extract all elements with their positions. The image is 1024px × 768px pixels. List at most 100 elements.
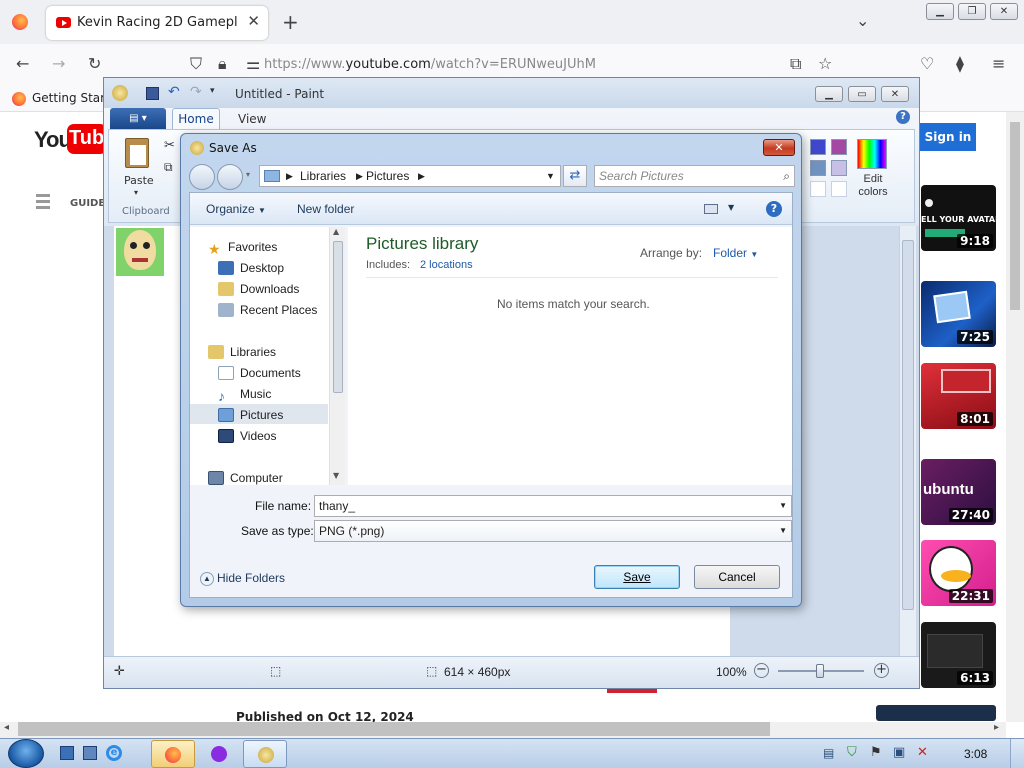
back-arrow-icon[interactable]: ← xyxy=(16,56,29,72)
new-tab-icon[interactable]: + xyxy=(282,12,299,32)
cut-icon[interactable]: ✂︎ xyxy=(164,138,175,153)
paint-maximize-button[interactable]: ▭ xyxy=(848,86,876,102)
address-bar[interactable]: https://www.youtube.com/watch?v=ERUNweuJ… xyxy=(264,57,596,72)
hide-folders-button[interactable]: ▲ Hide Folders xyxy=(200,571,285,586)
close-tab-icon[interactable]: ✕ xyxy=(247,12,260,30)
flag-icon[interactable]: ⚑ xyxy=(870,745,882,760)
zoom-out-icon[interactable]: − xyxy=(754,663,769,678)
quick-access-dropdown-icon[interactable]: ▾ xyxy=(210,86,215,96)
breadcrumb-separator-icon[interactable]: ▶ xyxy=(286,166,293,186)
forward-button[interactable] xyxy=(217,164,243,190)
show-desktop-icon[interactable] xyxy=(60,746,74,760)
related-video-thumbnail[interactable]: 8:01 xyxy=(921,363,996,429)
pocket-icon[interactable]: ♡ xyxy=(920,56,934,72)
save-as-type-dropdown-icon[interactable]: ▼ xyxy=(779,521,787,541)
reload-icon[interactable]: ↻ xyxy=(88,56,101,72)
zoom-slider[interactable] xyxy=(778,664,864,678)
menu-icon[interactable]: ≡ xyxy=(992,56,1005,72)
list-tabs-chevron-icon[interactable]: ⌄ xyxy=(856,13,869,29)
paint-minimize-button[interactable]: ▁ xyxy=(815,86,843,102)
sign-in-button[interactable]: Sign in xyxy=(920,123,976,151)
paint-close-button[interactable]: ✕ xyxy=(881,86,909,102)
nav-documents[interactable]: Documents xyxy=(218,363,301,383)
nav-computer[interactable]: Computer xyxy=(208,468,283,488)
nav-music[interactable]: ♪ Music xyxy=(218,384,271,404)
related-video-thumbnail[interactable]: ubuntu 27:40 xyxy=(921,459,996,525)
save-quick-icon[interactable] xyxy=(146,87,159,100)
breadcrumb-separator-icon[interactable]: ▶ xyxy=(418,166,425,186)
tab-home[interactable]: Home xyxy=(172,108,220,130)
start-button[interactable] xyxy=(8,739,44,768)
nav-libraries[interactable]: Libraries xyxy=(208,342,276,362)
shield-icon[interactable]: ⛉ xyxy=(190,56,202,72)
nav-favorites[interactable]: ★ Favorites xyxy=(208,237,277,257)
firefox-logo-icon[interactable] xyxy=(12,14,28,30)
volume-muted-icon[interactable]: ✕ xyxy=(917,745,928,760)
show-desktop-button[interactable] xyxy=(1010,739,1024,768)
lock-icon[interactable]: 🔒︎ xyxy=(218,56,227,72)
help-icon[interactable]: ? xyxy=(766,201,782,217)
minimize-window-button[interactable]: ▁ xyxy=(926,3,954,20)
color-swatch[interactable] xyxy=(810,160,826,176)
copy-icon[interactable]: ⧉ xyxy=(164,160,173,175)
forward-arrow-icon[interactable]: → xyxy=(52,56,65,72)
color-swatch[interactable] xyxy=(810,139,826,155)
save-as-type-select[interactable]: PNG (*.png) ▼ xyxy=(314,520,792,542)
paint-vertical-scrollbar[interactable] xyxy=(899,226,916,656)
paint-taskbar-button[interactable] xyxy=(243,740,287,768)
paint-menu-button[interactable]: ▤ ▾ xyxy=(110,108,166,129)
save-button[interactable]: Save xyxy=(594,565,680,589)
switch-windows-icon[interactable] xyxy=(83,746,97,760)
search-icon[interactable]: ⌕ xyxy=(783,166,790,186)
breadcrumb-bar[interactable]: ▶ Libraries ▶ Pictures ▶ ▼ xyxy=(259,165,561,187)
arrange-by-dropdown[interactable]: Folder ▼ xyxy=(713,246,758,260)
page-vertical-scrollbar[interactable] xyxy=(1006,112,1024,722)
restore-window-button[interactable]: ❐ xyxy=(958,3,986,20)
undo-icon[interactable]: ↶ xyxy=(168,84,180,100)
related-video-thumbnail[interactable]: 22:31 xyxy=(921,540,996,606)
permissions-icon[interactable]: ⚌ xyxy=(246,56,260,72)
navigation-scrollbar[interactable]: ▲ ▼ xyxy=(329,227,345,485)
network-icon[interactable]: ▣ xyxy=(893,745,905,760)
app-taskbar-button[interactable] xyxy=(197,740,241,768)
nav-downloads[interactable]: Downloads xyxy=(218,279,299,299)
related-video-thumbnail[interactable]: ELL YOUR AVATAR! 9:18 xyxy=(921,185,996,251)
color-swatch[interactable] xyxy=(810,181,826,197)
file-name-input[interactable]: thany_ ▼ xyxy=(314,495,792,517)
tab-youtube[interactable]: Kevin Racing 2D Gameplay No ✕ xyxy=(46,6,268,40)
new-folder-button[interactable]: New folder xyxy=(297,202,354,216)
includes-locations-link[interactable]: 2 locations xyxy=(420,259,473,271)
extensions-icon[interactable]: ⧫ xyxy=(956,56,964,72)
view-dropdown-icon[interactable]: ▼ xyxy=(728,203,734,212)
nav-recent-places[interactable]: Recent Places xyxy=(218,300,317,320)
breadcrumb-libraries[interactable]: Libraries xyxy=(300,166,346,186)
close-window-button[interactable]: ✕ xyxy=(990,3,1018,20)
breadcrumb-pictures[interactable]: Pictures xyxy=(366,166,409,186)
action-center-icon[interactable]: ▤ xyxy=(823,746,834,760)
dialog-close-button[interactable]: ✕ xyxy=(763,139,795,156)
redo-icon[interactable]: ↷ xyxy=(190,84,202,100)
color-swatch[interactable] xyxy=(831,160,847,176)
nav-pictures[interactable]: Pictures xyxy=(218,405,283,425)
breadcrumb-dropdown-icon[interactable]: ▼ xyxy=(546,166,555,186)
cancel-button[interactable]: Cancel xyxy=(694,565,780,589)
color-swatch[interactable] xyxy=(831,139,847,155)
tab-view[interactable]: View xyxy=(238,112,266,126)
help-icon[interactable]: ? xyxy=(896,110,910,124)
clock-time[interactable]: 3:08 xyxy=(964,747,987,761)
zoom-slider-thumb[interactable] xyxy=(816,664,824,678)
recent-locations-dropdown-icon[interactable]: ▾ xyxy=(246,170,250,179)
refresh-button[interactable]: ⇄ xyxy=(563,165,587,187)
color-swatch[interactable] xyxy=(831,181,847,197)
firefox-taskbar-button[interactable] xyxy=(151,740,195,768)
guide-icon[interactable] xyxy=(36,194,50,212)
page-horizontal-scrollbar[interactable]: ◂ ▸ xyxy=(0,722,1006,738)
change-view-icon[interactable] xyxy=(704,204,718,214)
youtube-logo[interactable]: You Tube xyxy=(34,124,115,154)
breadcrumb-separator-icon[interactable]: ▶ xyxy=(356,166,363,186)
related-video-thumbnail[interactable]: 7:25 xyxy=(921,281,996,347)
organize-button[interactable]: Organize ▼ xyxy=(206,202,266,216)
related-video-thumbnail[interactable]: 6:13 xyxy=(921,622,996,688)
paste-label[interactable]: Paste xyxy=(124,174,154,187)
back-button[interactable] xyxy=(189,164,215,190)
